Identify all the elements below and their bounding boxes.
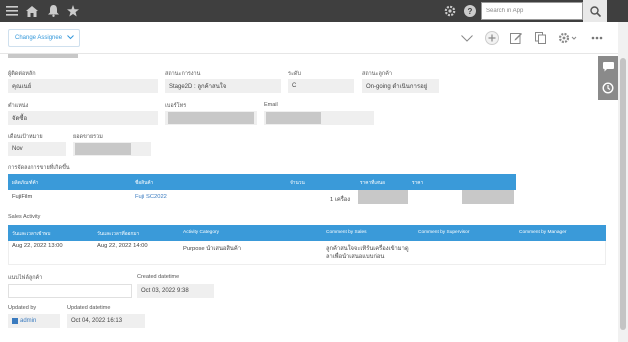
email-label: Email xyxy=(264,102,278,108)
user-icon xyxy=(12,318,18,324)
attach-label: แนบไฟล์ลูกค้า xyxy=(8,275,43,281)
level-label: ระดับ xyxy=(288,71,301,77)
activity-start: Aug 22, 2022 13:00 xyxy=(12,243,63,249)
products-table-header: ผลิตภัณฑ์ค้า ชื่อสินค้า จำนวน ราคาที่เสน… xyxy=(8,174,516,190)
customer-status-value: On-going ดำเนินการอยู่ xyxy=(362,79,439,93)
products-col-offer-price: ราคาที่เสนอ xyxy=(360,181,386,186)
products-section-title: การจัดลงการขายที่เกิดขึ้น xyxy=(8,165,70,171)
more-options-icon[interactable] xyxy=(589,30,605,46)
menu-icon[interactable] xyxy=(4,3,20,19)
activity-section-title: Sales Activity xyxy=(8,214,41,220)
products-col-qty: จำนวน xyxy=(290,181,305,186)
sales-total-label: ยอดขายรวม xyxy=(73,134,103,140)
customer-status-label: สถานะลูกค้า xyxy=(362,71,392,77)
created-datetime-value: Oct 03, 2022 9:38 xyxy=(137,284,214,298)
phone-label: เบอร์โทร xyxy=(165,103,187,109)
target-month-label: เดือนเป้าหมาย xyxy=(8,134,43,140)
products-col-customer: ผลิตภัณฑ์ค้า xyxy=(12,181,39,186)
add-record-icon[interactable] xyxy=(484,30,500,46)
activity-col-end: วันและเวลาที่ออกมา xyxy=(97,232,140,237)
side-action-panel xyxy=(598,56,618,100)
activity-category: Purpose นำเสนอสินค้า xyxy=(183,246,242,252)
settings-gear-icon[interactable] xyxy=(442,3,458,19)
star-icon[interactable] xyxy=(65,3,81,19)
activity-col-start: วันและเวลาเข้าพบ xyxy=(12,232,51,237)
updated-by-user-link[interactable]: admin xyxy=(20,318,36,324)
position-value: จัดซื้อ xyxy=(8,111,158,125)
search-input[interactable] xyxy=(482,3,582,19)
sales-total-value xyxy=(73,142,151,156)
updated-datetime-label: Updated datetime xyxy=(67,305,111,311)
contact-value: คุณเนย์ xyxy=(8,79,158,93)
bell-icon[interactable] xyxy=(45,3,61,19)
help-icon[interactable]: ? xyxy=(462,3,478,19)
record-toolbar: Change Assignee xyxy=(0,22,618,54)
activity-table-header: วันและเวลาเข้าพบ วันและเวลาที่ออกมา Acti… xyxy=(8,225,606,241)
change-assignee-label: Change Assignee xyxy=(15,35,63,41)
product-qty: 1 เครื่อง xyxy=(330,197,351,203)
activity-col-comment-sales: Comment by Sales xyxy=(326,230,367,235)
offer-price-redacted xyxy=(358,190,408,204)
updated-by-value: admin xyxy=(8,314,60,328)
activity-col-comment-manager: Comment by Manager xyxy=(519,230,567,235)
activity-col-category: Activity Category xyxy=(183,230,219,235)
record-details: ผู้ติดต่อหลัก คุณเนย์ สถานะการงาน Stage2… xyxy=(0,54,618,342)
search-button[interactable] xyxy=(583,0,607,22)
target-month-value: Nov xyxy=(8,142,66,156)
svg-text:?: ? xyxy=(468,7,473,16)
home-icon[interactable] xyxy=(24,3,40,19)
sales-total-redacted xyxy=(75,143,131,155)
products-col-price: ราคา xyxy=(412,181,424,186)
edit-icon[interactable] xyxy=(508,30,524,46)
top-navigation-bar: ? xyxy=(0,0,628,22)
products-col-product: ชื่อสินค้า xyxy=(135,181,154,186)
phone-redacted xyxy=(168,112,254,124)
email-value xyxy=(264,111,374,125)
phone-value xyxy=(165,111,257,125)
activity-end: Aug 22, 2022 14:00 xyxy=(97,243,148,249)
product-customer: FujiFilm xyxy=(12,194,33,200)
topbar-spacer xyxy=(607,0,628,22)
collapse-chevron-icon[interactable] xyxy=(459,30,475,46)
comment-icon[interactable] xyxy=(601,60,615,74)
product-name-link[interactable]: Fuji SC2022 xyxy=(135,194,167,200)
search-field[interactable] xyxy=(481,2,583,20)
created-datetime-label: Created datetime xyxy=(137,274,180,280)
attach-field[interactable] xyxy=(8,284,132,298)
vertical-scrollbar-thumb[interactable] xyxy=(620,58,626,330)
contact-label: ผู้ติดต่อหลัก xyxy=(8,71,36,77)
activity-col-comment-supervisor: Comment by Supervisor xyxy=(418,230,470,235)
activity-comment-sales-line2: ลาเพื่อนำเสนอแบบก่อน xyxy=(326,254,385,260)
price-redacted xyxy=(462,190,514,204)
work-status-value: Stage2D : ลูกค้าสนใจ xyxy=(165,79,281,93)
duplicate-icon[interactable] xyxy=(532,30,548,46)
options-gear-icon[interactable] xyxy=(557,30,579,46)
search-icon xyxy=(589,5,601,17)
email-redacted xyxy=(266,112,321,124)
work-status-label: สถานะการงาน xyxy=(165,71,201,77)
chevron-down-icon xyxy=(67,35,74,40)
change-assignee-button[interactable]: Change Assignee xyxy=(8,29,80,47)
level-value: C xyxy=(288,79,354,93)
position-label: ตำแหน่ง xyxy=(8,103,29,109)
history-icon[interactable] xyxy=(601,81,615,95)
updated-datetime-value: Oct 04, 2022 16:13 xyxy=(67,314,145,328)
updated-by-label: Updated by xyxy=(8,305,37,311)
truncated-field xyxy=(8,54,78,58)
